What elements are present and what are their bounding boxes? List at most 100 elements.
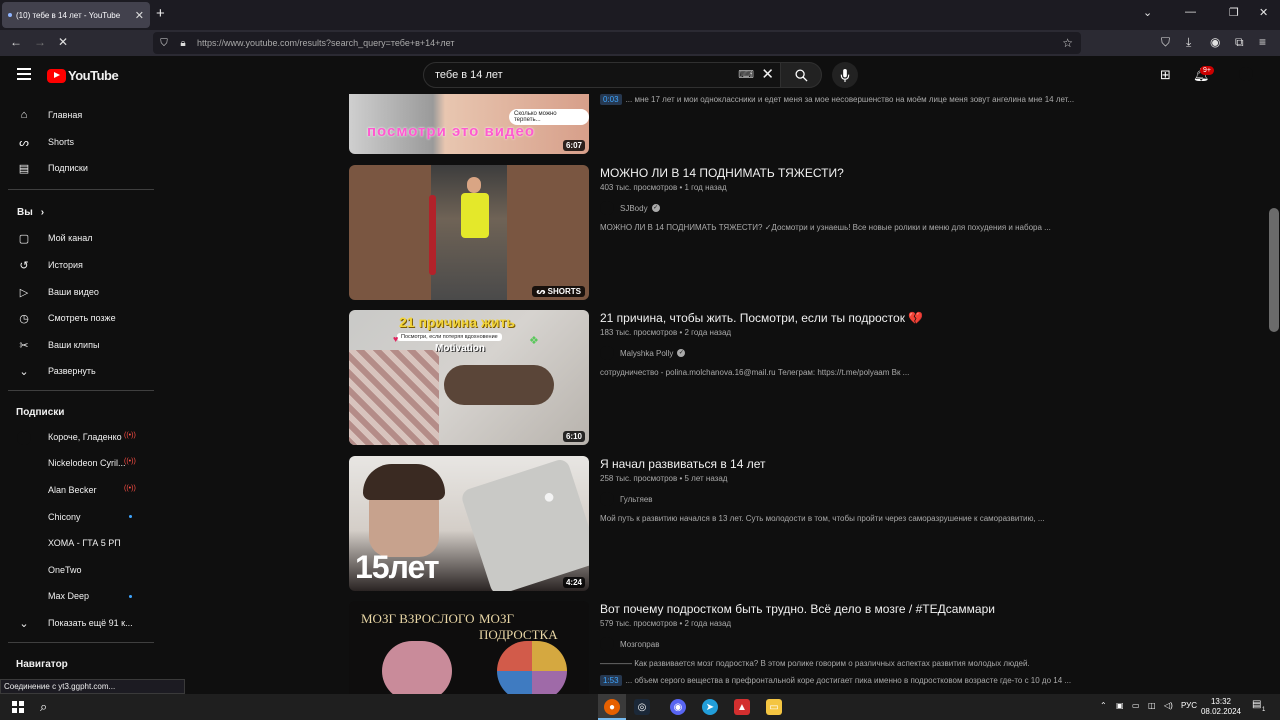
video-title[interactable]: Я начал развиваться в 14 лет: [600, 457, 766, 471]
shield-icon[interactable]: ⛉: [156, 38, 172, 49]
close-window-icon[interactable]: ✕: [1259, 6, 1268, 19]
page-scrollbar-thumb[interactable]: [1269, 208, 1279, 332]
tray-overflow-icon[interactable]: ⌃: [1100, 701, 1107, 710]
stop-icon[interactable]: ✕: [58, 35, 68, 49]
video-thumbnail[interactable]: МОЗГ ВЗРОСЛОГО МОЗГ ПОДРОСТКА: [349, 601, 589, 694]
video-title[interactable]: МОЖНО ЛИ В 14 ПОДНИМАТЬ ТЯЖЕСТИ?: [600, 166, 844, 180]
sidebar-sub-item[interactable]: Короче, Гладенко: [48, 432, 136, 446]
forward-icon[interactable]: →: [34, 35, 46, 49]
apple-logo-icon: ●: [543, 486, 556, 508]
tab-close-icon[interactable]: ✕: [135, 9, 144, 22]
video-channel[interactable]: Гультяев: [600, 492, 653, 506]
volume-icon[interactable]: ◁): [1164, 701, 1173, 710]
telegram-icon[interactable]: ➤: [702, 699, 718, 715]
thumbnail-figure: [444, 365, 554, 405]
avatar[interactable]: [600, 637, 614, 651]
video-channel[interactable]: Malyshka Polly ✓: [600, 346, 686, 360]
sidebar-show-more[interactable]: ⌄ Показать ещё 91 к...: [17, 615, 132, 631]
notification-count-badge: 9+: [1200, 66, 1214, 75]
sidebar-sub-item[interactable]: Chicony: [48, 512, 136, 526]
lock-icon[interactable]: 🔒︎: [175, 38, 191, 49]
video-title[interactable]: Вот почему подростком быть трудно. Всё д…: [600, 602, 995, 616]
sidebar-you-header[interactable]: Вы ›: [17, 204, 44, 220]
voice-search-button[interactable]: [832, 62, 858, 88]
sidebar-sub-item[interactable]: ХОМА - ГТА 5 РП: [48, 538, 136, 552]
new-tab-button[interactable]: +: [156, 5, 165, 22]
taskbar-search-icon[interactable]: ⌕: [40, 699, 47, 715]
battery-icon[interactable]: ▭: [1132, 701, 1140, 710]
sidebar-item-label: Главная: [48, 110, 83, 120]
guide-menu-icon[interactable]: [17, 68, 31, 83]
pocket-icon[interactable]: ⛉: [1161, 35, 1170, 50]
thumbnail-image: [429, 165, 507, 300]
search-input[interactable]: тебе в 14 лет ⌨ ✕: [423, 62, 781, 88]
sidebar-item-home[interactable]: ⌂ Главная: [17, 107, 83, 123]
tab-list-icon[interactable]: ⌄: [1143, 6, 1152, 19]
video-meta: 579 тыс. просмотров • 2 года назад: [600, 619, 732, 628]
taskbar-clock[interactable]: 13:32 08.02.2024: [1200, 697, 1242, 717]
url-text[interactable]: https://www.youtube.com/results?search_q…: [197, 38, 454, 48]
timestamp-chip[interactable]: 1:53: [600, 675, 622, 686]
sidebar-divider: [8, 390, 154, 391]
discord-icon[interactable]: ◉: [670, 699, 686, 715]
clear-search-icon[interactable]: ✕: [761, 65, 774, 83]
sidebar-item-subscriptions[interactable]: ▤ Подписки: [17, 160, 88, 176]
avatar[interactable]: [600, 492, 614, 506]
keyboard-icon[interactable]: ⌨: [738, 68, 754, 81]
extensions-icon[interactable]: ⧉: [1235, 35, 1244, 50]
video-channel[interactable]: Мозгоправ: [600, 637, 659, 651]
avatar[interactable]: [600, 346, 614, 360]
youtube-logo[interactable]: YouTube: [47, 68, 119, 83]
video-title[interactable]: 21 причина, чтобы жить. Посмотри, если т…: [600, 311, 923, 325]
sidebar-item-watch-later[interactable]: ◷ Смотреть позже: [17, 310, 115, 326]
language-indicator[interactable]: РУС: [1181, 701, 1197, 710]
timestamp-chip[interactable]: 0:03: [600, 94, 622, 105]
sidebar-sub-item[interactable]: Max Deep: [48, 591, 136, 605]
url-bar[interactable]: ⛉ 🔒︎ https://www.youtube.com/results?sea…: [153, 32, 1081, 54]
sidebar-item-my-channel[interactable]: ▢ Мой канал: [17, 230, 93, 246]
sidebar-item-clips[interactable]: ✂ Ваши клипы: [17, 337, 99, 353]
action-center-icon[interactable]: ▤: [1252, 699, 1261, 710]
account-icon[interactable]: ◉: [1210, 35, 1220, 49]
file-explorer-icon[interactable]: ▭: [766, 699, 782, 715]
network-icon[interactable]: ◫: [1148, 701, 1156, 710]
sidebar-sub-item[interactable]: Alan Becker: [48, 485, 136, 499]
avatar[interactable]: [600, 201, 614, 215]
thumbnail-caption: 21 причина жить: [399, 314, 515, 330]
app-icon[interactable]: ▲: [734, 699, 750, 715]
avatar[interactable]: [1239, 67, 1253, 81]
search-query[interactable]: тебе в 14 лет: [435, 69, 503, 81]
thumbnail-caption: посмотри это видео: [367, 123, 535, 140]
bookmark-star-icon[interactable]: ☆: [1062, 36, 1073, 50]
sidebar-sub-item[interactable]: Nickelodeon Cyril...: [48, 458, 136, 472]
video-thumbnail[interactable]: ● 15лет 4:24: [349, 456, 589, 591]
create-video-icon[interactable]: ⊞: [1160, 67, 1171, 83]
page-scrollbar-track[interactable]: [1268, 94, 1280, 694]
video-thumbnail[interactable]: 21 причина жить Посмотри, если потеряя в…: [349, 310, 589, 445]
minimize-icon[interactable]: —: [1185, 6, 1196, 18]
sidebar-item-history[interactable]: ↺ История: [17, 257, 83, 273]
sidebar-item-label: Развернуть: [48, 366, 96, 376]
video-channel[interactable]: SJBody ✓: [600, 201, 660, 215]
sidebar-sub-item[interactable]: OneTwo: [48, 565, 136, 579]
video-thumbnail[interactable]: Сколько можно терпеть... посмотри это ви…: [349, 94, 589, 154]
channel-icon: ▢: [18, 232, 30, 245]
menu-icon[interactable]: ≡: [1259, 35, 1266, 49]
search-button[interactable]: [780, 62, 822, 88]
sidebar-item-your-videos[interactable]: ▷ Ваши видео: [17, 284, 99, 300]
video-thumbnail[interactable]: ᔕ SHORTS: [349, 165, 589, 300]
steam-icon[interactable]: ◎: [634, 699, 650, 715]
video-description-snippet: 1:53... объем серого вещества в префронт…: [600, 675, 1071, 686]
tray-device-icon[interactable]: ▣: [1116, 701, 1124, 710]
watch-later-icon: ◷: [19, 312, 29, 325]
video-meta: 403 тыс. просмотров • 1 год назад: [600, 183, 727, 192]
downloads-icon[interactable]: ⤓: [1186, 35, 1191, 50]
sidebar-item-expand[interactable]: ⌄ Развернуть: [17, 363, 96, 379]
avatar[interactable]: [17, 431, 31, 445]
browser-tab[interactable]: (10) тебе в 14 лет - YouTube ✕: [2, 2, 150, 28]
restore-icon[interactable]: ❐: [1229, 6, 1239, 19]
firefox-icon[interactable]: ●: [604, 699, 620, 715]
sidebar-item-shorts[interactable]: ᔕ Shorts: [17, 134, 74, 150]
back-icon[interactable]: ←: [10, 35, 22, 49]
windows-start-icon[interactable]: [12, 701, 24, 713]
